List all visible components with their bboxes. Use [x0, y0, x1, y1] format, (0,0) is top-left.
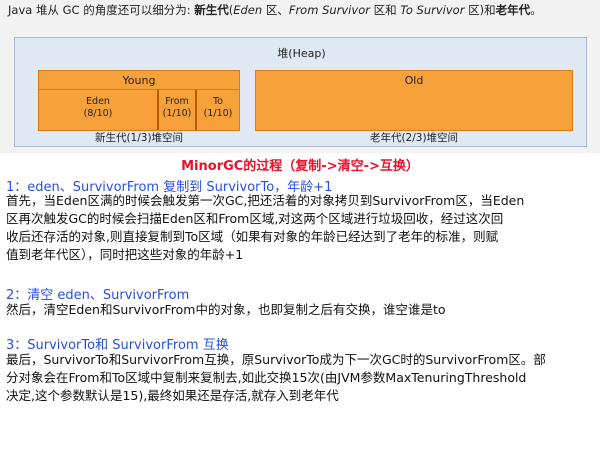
- paragraph-line: 首先，当Eden区满的时候会触发第一次GC,把还活着的对象拷贝到Survivor…: [6, 193, 525, 208]
- paragraph-line: 决定,这个参数默认是15),最终如果还是存活,就存入到老年代: [6, 388, 339, 403]
- intro-text: 区)和: [464, 3, 496, 17]
- heap-label: 堆(Heap): [277, 47, 326, 60]
- step-3-body: 最后，SurvivorTo和SurvivorFrom互换，原SurvivorTo…: [6, 351, 594, 405]
- young-caption: 新生代(1/3)堆空间: [94, 132, 184, 144]
- intro-text: 区和: [369, 3, 401, 17]
- intro-new-gen: 新生代: [194, 3, 229, 17]
- intro-old-gen: 老年代: [495, 3, 531, 17]
- heap-diagram-panel: Java 堆从 GC 的角度还可以细分为: 新生代(Eden 区、From Su…: [0, 0, 600, 153]
- eden-name: Eden: [86, 96, 110, 107]
- old-label: Old: [404, 74, 424, 87]
- intro-text: 区、: [262, 3, 289, 17]
- intro-eden: Eden: [233, 3, 263, 17]
- heap-box: 堆(Heap) Young Eden (8/10) From (1/10) To…: [14, 37, 587, 147]
- intro-from-survivor: From Survivor: [288, 3, 370, 17]
- from-ratio: (1/10): [162, 108, 192, 119]
- from-name: From: [165, 96, 189, 107]
- intro-text: 。: [530, 3, 542, 17]
- minor-gc-title: MinorGC的过程（复制->清空->互换）: [181, 159, 419, 174]
- to-name: To: [212, 96, 223, 107]
- old-caption: 老年代(2/3)堆空间: [369, 132, 459, 144]
- eden-ratio: (8/10): [83, 108, 113, 119]
- to-survivor-region: To (1/10): [195, 89, 239, 130]
- eden-region: Eden (8/10): [39, 89, 157, 130]
- paragraph-line: 然后，清空Eden和SurvivorFrom中的对象，也即复制之后有交换，谁空谁…: [6, 302, 446, 317]
- paragraph-line: 最后，SurvivorTo和SurvivorFrom互换，原SurvivorTo…: [6, 352, 546, 367]
- young-label: Young: [122, 74, 156, 87]
- paragraph-line: 值到老年代区），同时把这些对象的年龄+1: [6, 247, 244, 262]
- paragraph-line: 分对象会在From和To区域中复制来复制去,如此交换15次(由JVM参数MaxT…: [6, 370, 527, 385]
- step-1-body: 首先，当Eden区满的时候会触发第一次GC,把还活着的对象拷贝到Survivor…: [6, 192, 594, 264]
- paragraph-line: 收后还存活的对象,则直接复制到To区域（如果有对象的年龄已经达到了老年的标准，则…: [6, 229, 499, 244]
- step-2-body: 然后，清空Eden和SurvivorFrom中的对象，也即复制之后有交换，谁空谁…: [6, 301, 594, 319]
- intro-to-survivor: To Survivor: [400, 3, 465, 17]
- old-generation-block: Old: [255, 70, 573, 131]
- young-generation-block: Young Eden (8/10) From (1/10) To (1/10): [38, 70, 240, 131]
- paragraph-line: 区再次触发GC的时候会扫描Eden区和From区域,对这两个区域进行垃圾回收，经…: [6, 211, 504, 226]
- intro-text: Java 堆从 GC 的角度还可以细分为:: [8, 3, 195, 17]
- heap-intro-text: Java 堆从 GC 的角度还可以细分为: 新生代(Eden 区、From Su…: [8, 3, 593, 18]
- from-survivor-region: From (1/10): [157, 89, 195, 130]
- to-ratio: (1/10): [203, 108, 233, 119]
